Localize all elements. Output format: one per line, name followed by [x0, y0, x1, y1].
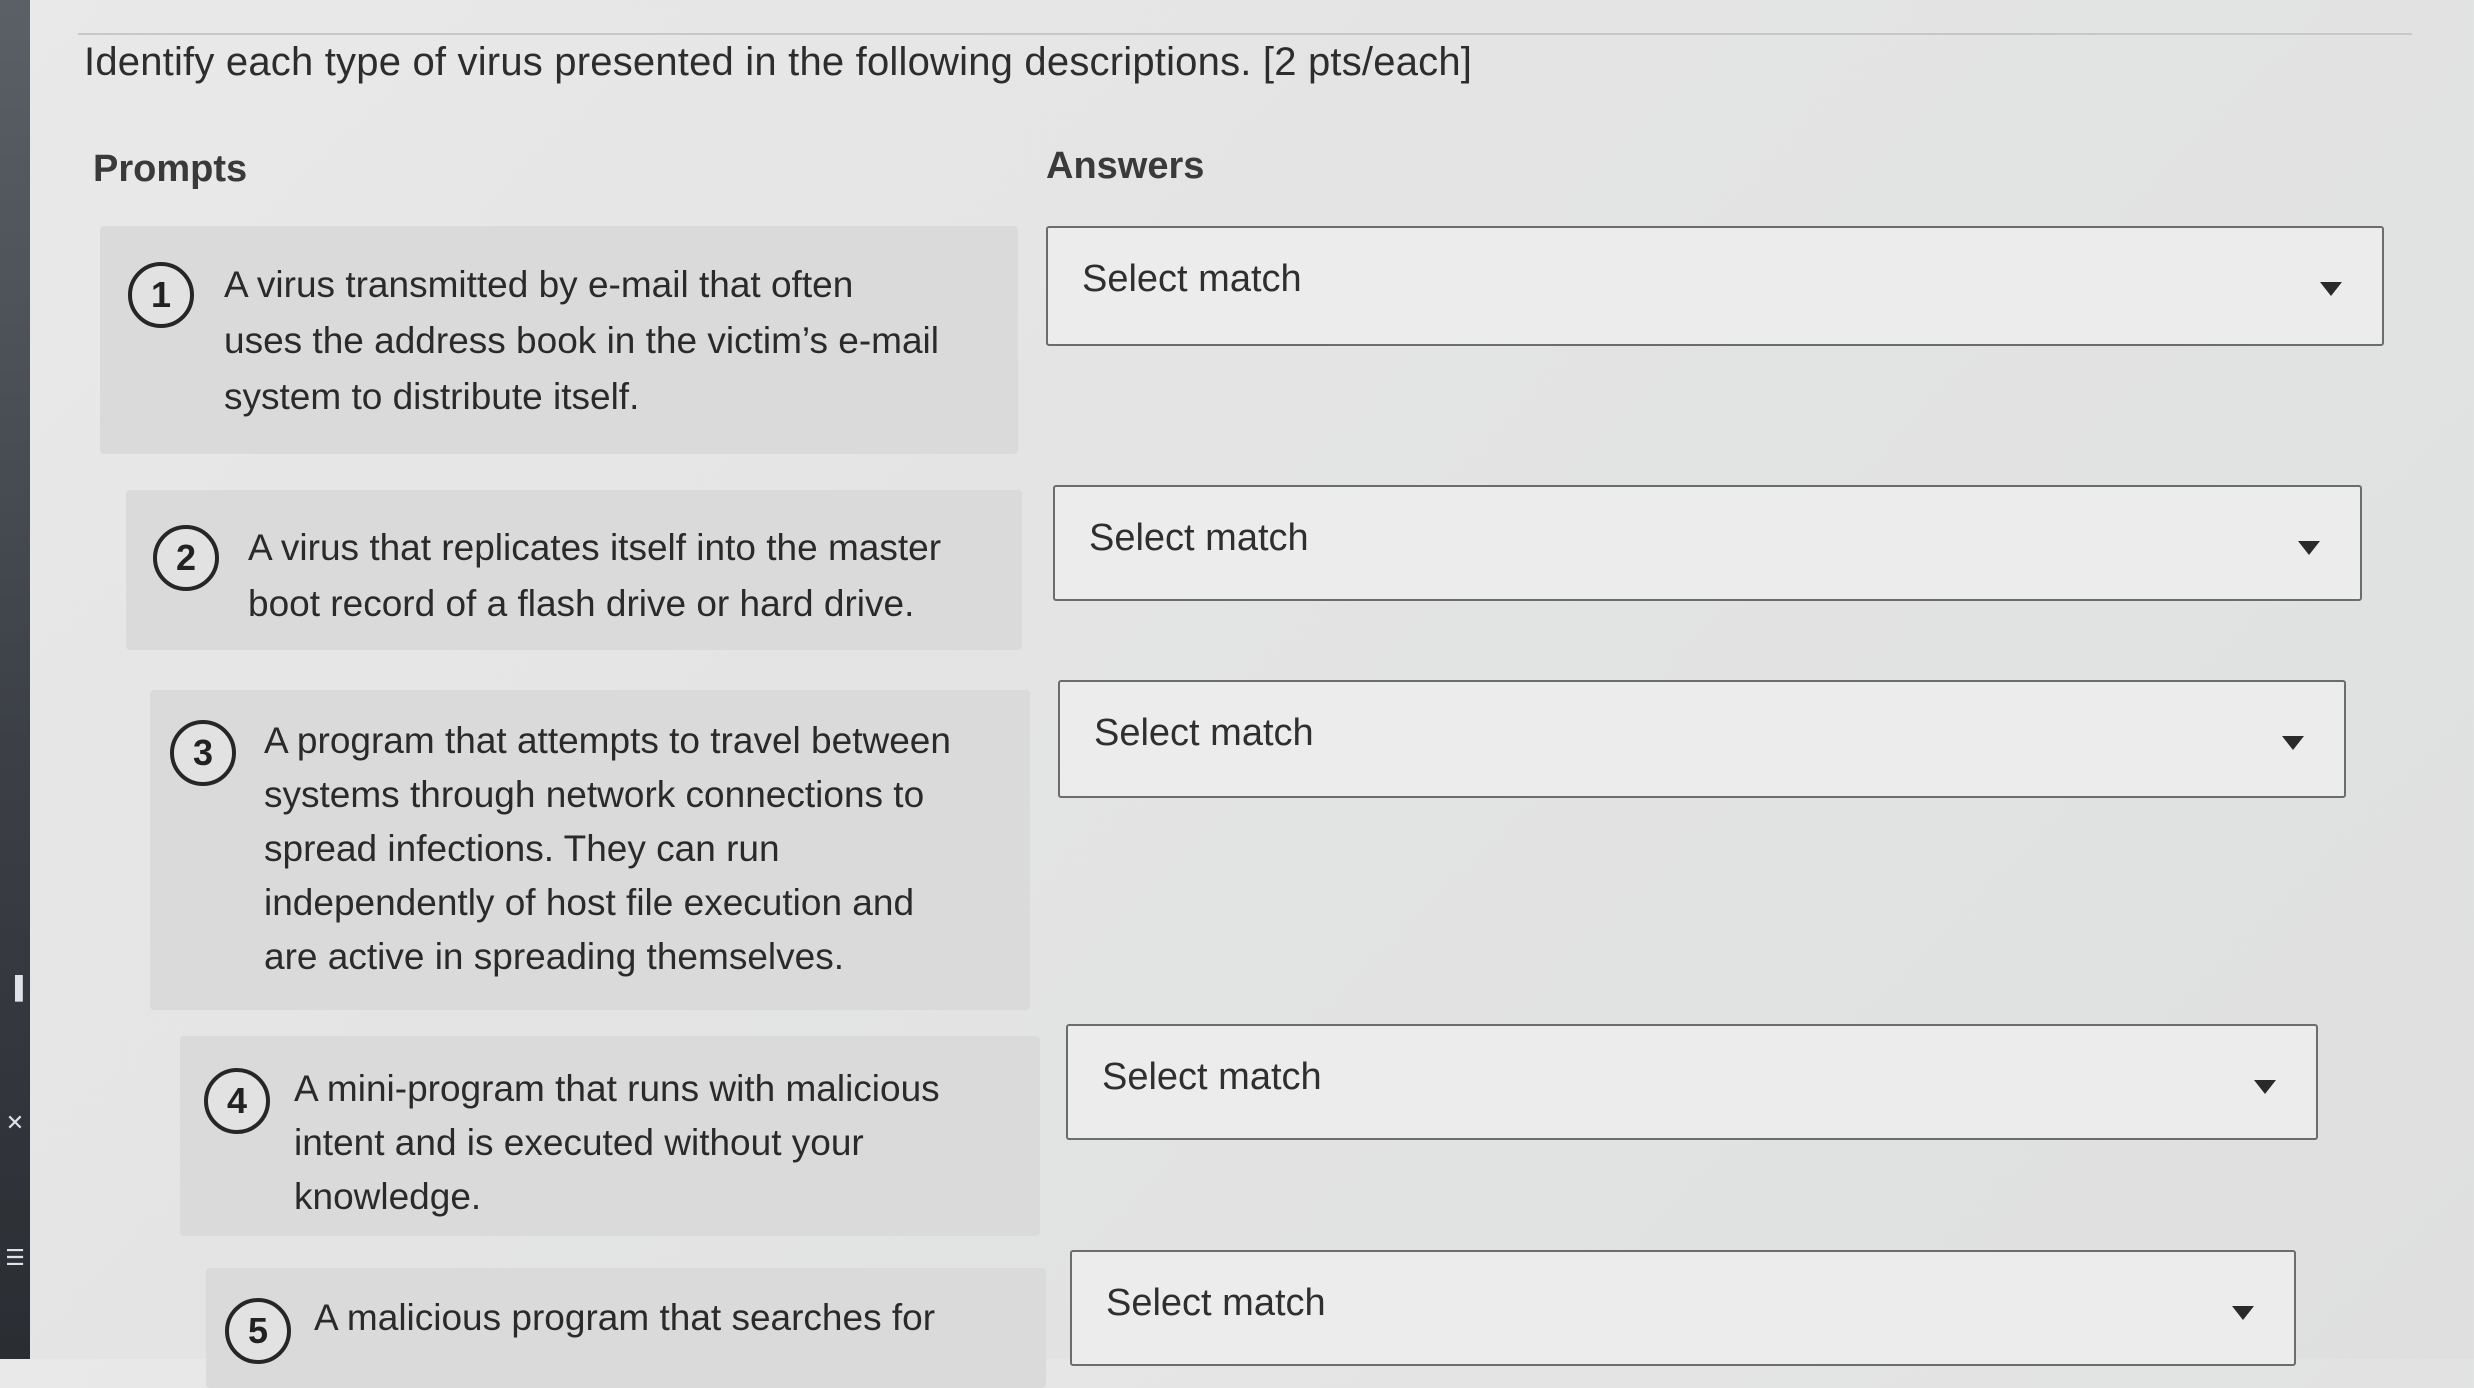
- prompt-text-4: A mini-program that runs with malicious …: [294, 1068, 940, 1217]
- select-value-1: Select match: [1082, 258, 1302, 300]
- select-value-5: Select match: [1106, 1282, 1326, 1324]
- prompt-number-1: 1: [128, 262, 194, 328]
- select-value-3: Select match: [1094, 712, 1314, 754]
- chevron-down-icon: [2232, 1306, 2254, 1320]
- prompt-number-3: 3: [170, 720, 236, 786]
- select-value-2: Select match: [1089, 517, 1309, 559]
- chevron-down-icon: [2282, 736, 2304, 750]
- chevron-down-icon: [2254, 1080, 2276, 1094]
- prompt-number-4: 4: [204, 1068, 270, 1134]
- question-instruction: Identify each type of virus presented in…: [84, 40, 1473, 84]
- divider: [78, 33, 2412, 35]
- prompt-text-5: A malicious program that searches for: [314, 1297, 936, 1338]
- chevron-down-icon: [2298, 541, 2320, 555]
- left-sidebar-strip: ▐ ✕ ☰: [0, 0, 30, 1359]
- select-value-4: Select match: [1102, 1056, 1322, 1098]
- prompts-header: Prompts: [93, 148, 248, 190]
- prompt-number-2: 2: [153, 525, 219, 591]
- answer-select-4[interactable]: Select match: [1066, 1024, 2318, 1140]
- answer-select-1[interactable]: Select match: [1046, 226, 2384, 346]
- answer-select-5[interactable]: Select match: [1070, 1250, 2296, 1366]
- prompt-text-1: A virus transmitted by e-mail that often…: [224, 264, 939, 417]
- chevron-down-icon: [2320, 282, 2342, 296]
- notes-icon[interactable]: ☰: [2, 1245, 28, 1271]
- prompt-number-5: 5: [225, 1298, 291, 1364]
- answers-header: Answers: [1046, 145, 1205, 187]
- close-icon[interactable]: ✕: [2, 1110, 28, 1136]
- prompt-text-3: A program that attempts to travel betwee…: [264, 720, 951, 977]
- bookmark-icon[interactable]: ▐: [2, 975, 28, 1001]
- prompt-text-2: A virus that replicates itself into the …: [248, 527, 942, 624]
- answer-select-2[interactable]: Select match: [1053, 485, 2362, 601]
- answer-select-3[interactable]: Select match: [1058, 680, 2346, 798]
